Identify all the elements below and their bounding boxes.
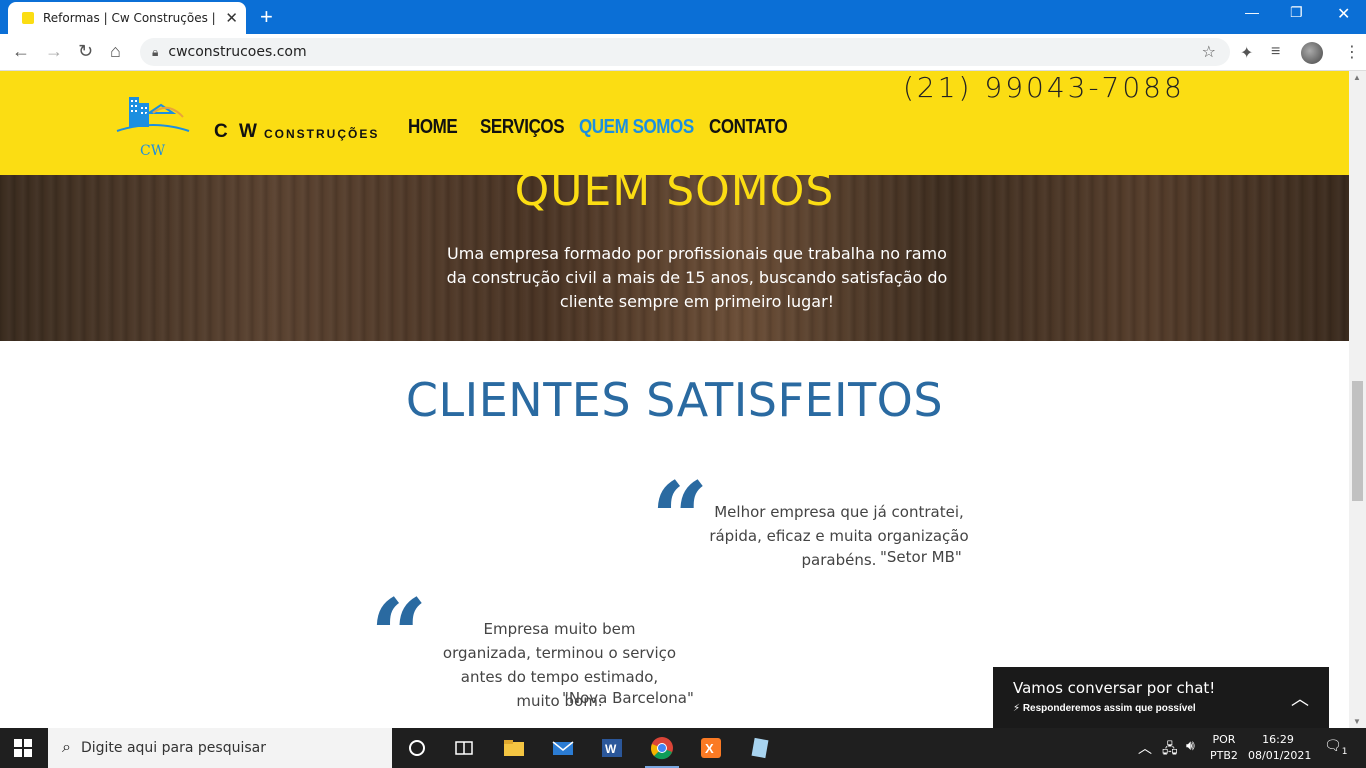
page-scrollbar[interactable]: ▲ ▼ (1349, 71, 1366, 728)
chat-widget[interactable]: Vamos conversar por chat! ⚡︎ Responderem… (993, 667, 1329, 728)
mail-icon[interactable] (551, 736, 575, 760)
notification-count: 1 (1341, 746, 1348, 757)
forward-icon[interactable]: → (45, 41, 63, 62)
minimize-icon[interactable]: — (1245, 4, 1259, 20)
browser-tab-bar: Reformas | Cw Construções | Brasil ✕ + —… (0, 0, 1366, 34)
brand-name: C W (214, 121, 260, 142)
restore-icon[interactable]: ❐ (1290, 4, 1303, 21)
scroll-down-icon[interactable]: ▼ (1353, 717, 1361, 726)
page-viewport: CW C W CONSTRUÇÕES HOME SERVIÇOS QUEM SO… (0, 71, 1349, 728)
chat-subtitle: Responderemos assim que possível (1022, 703, 1196, 714)
url-input[interactable]: 🔒︎ cwconstrucoes.com ☆ (140, 38, 1230, 66)
nav-contato[interactable]: CONTATO (709, 116, 788, 139)
testimonials-title: CLIENTES SATISFEITOS (405, 373, 944, 427)
tab-title: Reformas | Cw Construções | Brasil (43, 11, 218, 25)
file-explorer-icon[interactable] (502, 736, 526, 760)
lock-icon[interactable]: 🔒︎ (152, 45, 158, 60)
chrome-icon[interactable] (650, 736, 674, 760)
notification-center-icon[interactable]: 🗨︎1 (1324, 738, 1348, 757)
lightning-icon: ⚡︎ (1013, 703, 1021, 714)
back-icon[interactable]: ← (12, 41, 30, 62)
nav-quem-somos[interactable]: QUEM SOMOS (579, 116, 694, 139)
search-icon: ⌕ (62, 739, 71, 756)
testimonial-author: "Setor MB" (880, 548, 962, 566)
chat-title: Vamos conversar por chat! (1013, 679, 1216, 697)
word-icon[interactable]: W (600, 736, 624, 760)
clock-time: 16:29 (1262, 733, 1294, 746)
hero-title: QUEM SOMOS (514, 165, 835, 216)
volume-icon[interactable]: 🔊︎ (1186, 738, 1195, 754)
clock-date: 08/01/2021 (1248, 749, 1312, 762)
search-placeholder: Digite aqui para pesquisar (80, 740, 266, 756)
task-view-icon[interactable] (452, 736, 476, 760)
browser-tab[interactable]: Reformas | Cw Construções | Brasil ✕ (8, 2, 246, 34)
network-icon[interactable]: 🖧︎ (1162, 738, 1178, 762)
windows-start-icon[interactable] (14, 739, 32, 757)
language-code: POR (1212, 733, 1236, 746)
keyboard-layout: PTB2 (1210, 749, 1238, 762)
cortana-icon[interactable] (405, 736, 429, 760)
url-text: cwconstrucoes.com (168, 44, 307, 60)
clock[interactable]: 16:29 08/01/2021 (1248, 733, 1312, 762)
hero-section: QUEM SOMOS Uma empresa formado por profi… (0, 165, 1349, 341)
show-hidden-icons[interactable]: ︿ (1138, 738, 1152, 758)
nav-servicos[interactable]: SERVIÇOS (480, 116, 565, 139)
nav-home[interactable]: HOME (408, 116, 458, 139)
notepad-icon[interactable] (748, 736, 772, 760)
chevron-up-icon[interactable]: ︿ (1291, 685, 1309, 711)
tab-favicon (22, 12, 34, 24)
new-tab-icon[interactable]: + (260, 4, 273, 30)
hero-description: Uma empresa formado por profissionais qu… (446, 244, 948, 311)
address-bar: ← → ↻ ⌂ 🔒︎ cwconstrucoes.com ☆ ✦ ≡ ⋮ (0, 34, 1366, 71)
profile-avatar[interactable] (1301, 42, 1323, 64)
home-icon[interactable]: ⌂ (110, 41, 121, 62)
quote-icon: “ (370, 577, 428, 695)
brand-subtitle: CONSTRUÇÕES (264, 127, 380, 141)
testimonial-author: "Nova Barcelona" (562, 689, 694, 707)
company-logo[interactable]: CW (113, 93, 193, 161)
taskbar: ⌕ Digite aqui para pesquisar W X ︿ 🖧︎ 🔊︎… (0, 728, 1366, 768)
svg-text:X: X (705, 741, 714, 756)
media-control-icon[interactable]: ≡ (1271, 43, 1280, 61)
bookmark-star-icon[interactable]: ☆ (1202, 42, 1216, 62)
site-header: CW C W CONSTRUÇÕES HOME SERVIÇOS QUEM SO… (0, 71, 1349, 175)
logo-text: CW (140, 143, 166, 159)
language-indicator[interactable]: POR PTB2 (1210, 733, 1238, 762)
phone-number[interactable]: (21) 99043-7088 (903, 71, 1185, 104)
svg-text:W: W (605, 742, 617, 756)
xampp-icon[interactable]: X (699, 736, 723, 760)
scroll-thumb[interactable] (1352, 381, 1363, 501)
extensions-icon[interactable]: ✦ (1240, 43, 1253, 63)
close-window-icon[interactable]: ✕ (1337, 4, 1350, 24)
scroll-up-icon[interactable]: ▲ (1353, 73, 1361, 82)
browser-menu-icon[interactable]: ⋮ (1344, 42, 1360, 62)
taskbar-search[interactable]: ⌕ Digite aqui para pesquisar (48, 728, 392, 768)
reload-icon[interactable]: ↻ (78, 41, 93, 62)
close-tab-icon[interactable]: ✕ (225, 9, 238, 27)
